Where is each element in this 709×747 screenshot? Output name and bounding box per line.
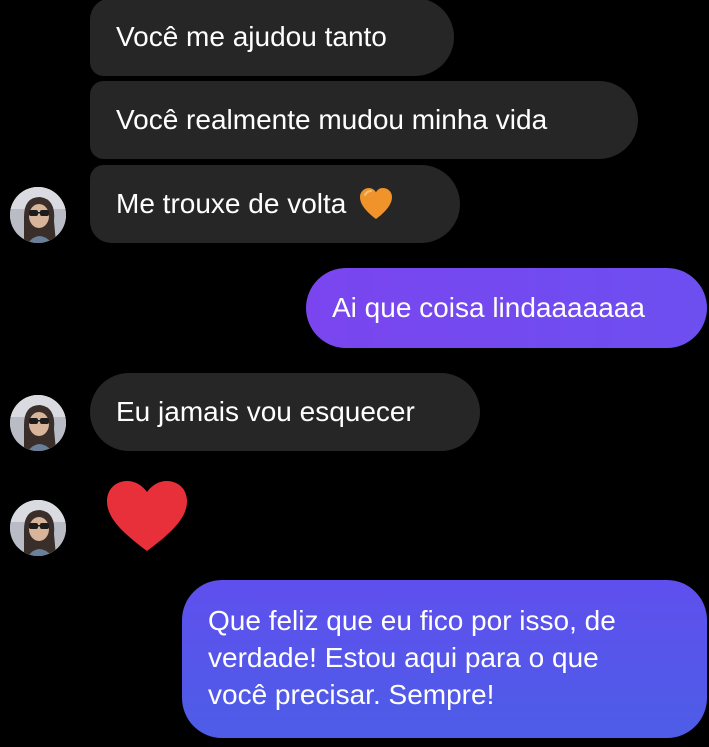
message-bubble-incoming[interactable]: Você realmente mudou minha vida (90, 81, 638, 159)
message-text: Me trouxe de volta (116, 188, 347, 219)
message-bubble-outgoing[interactable]: Ai que coisa lindaaaaaaa (306, 268, 707, 348)
message-text-line: Que feliz que eu fico por isso, de (208, 605, 616, 636)
message-bubble-incoming[interactable]: Me trouxe de volta (90, 165, 460, 243)
message-bubble-incoming[interactable]: Você me ajudou tanto (90, 0, 454, 76)
message-text: Você me ajudou tanto (116, 21, 387, 52)
message-bubble-outgoing[interactable]: Que feliz que eu fico por isso, de verda… (182, 580, 707, 738)
message-bubble-incoming[interactable]: Eu jamais vou esquecer (90, 373, 480, 451)
message-text: Eu jamais vou esquecer (116, 396, 415, 427)
red-heart-icon[interactable] (104, 479, 190, 555)
message-text-line: você precisar. Sempre! (208, 679, 495, 710)
message-text: Ai que coisa lindaaaaaaa (332, 292, 645, 323)
orange-heart-icon (360, 188, 393, 219)
contact-avatar[interactable] (10, 500, 66, 556)
message-text: Você realmente mudou minha vida (116, 104, 548, 135)
contact-avatar[interactable] (10, 395, 66, 451)
contact-avatar[interactable] (10, 187, 66, 243)
message-text-line: verdade! Estou aqui para o que (208, 642, 599, 673)
